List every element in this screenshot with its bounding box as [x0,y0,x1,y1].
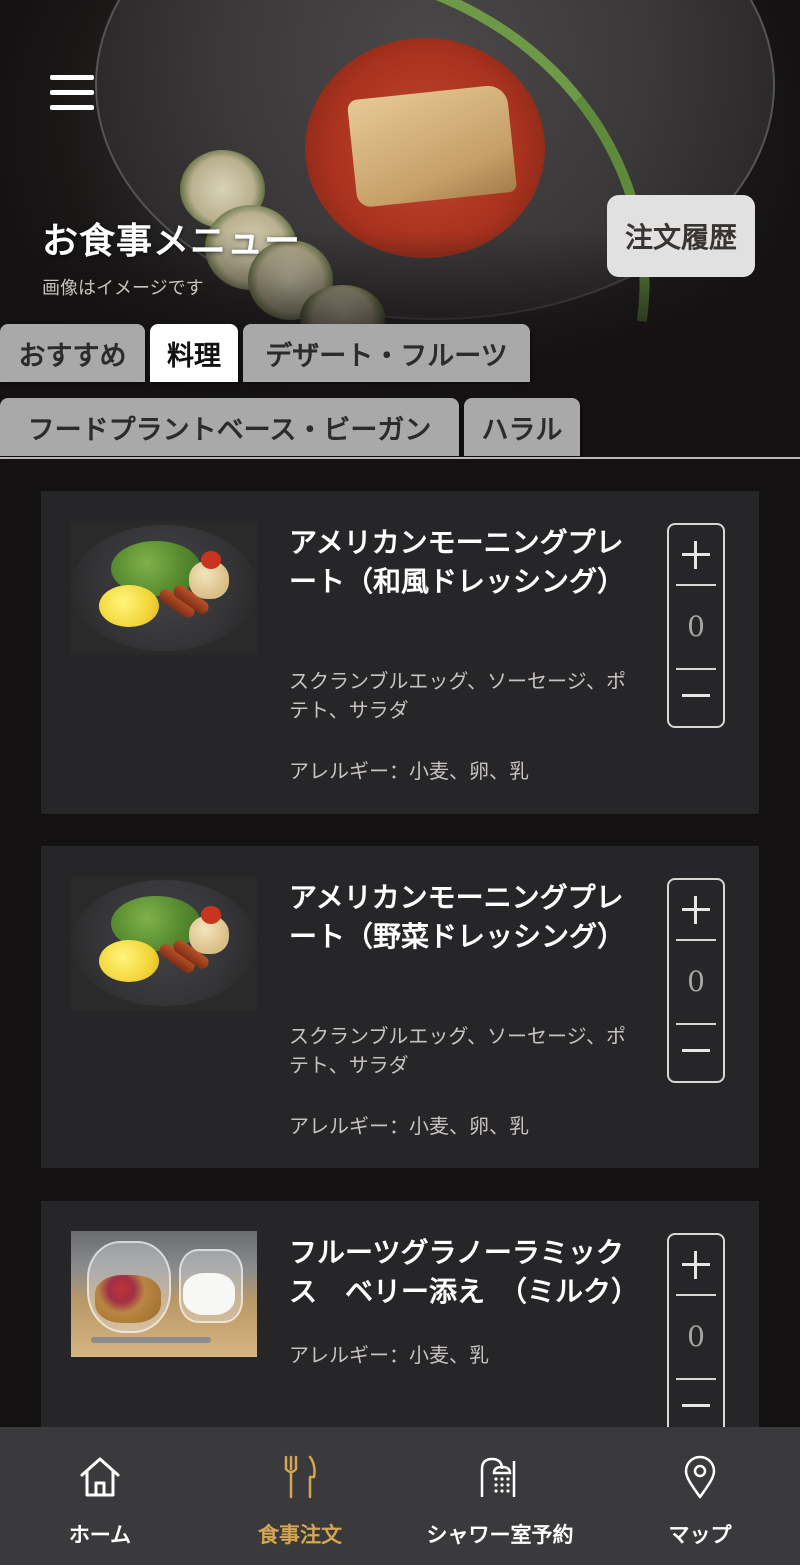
tab-recommended[interactable]: おすすめ [0,324,145,382]
quantity-stepper: 0 [667,878,725,1083]
map-pin-icon [684,1455,716,1499]
tab-dishes[interactable]: 料理 [150,324,238,382]
quantity-value: 0 [687,1319,705,1353]
menu-item-image[interactable] [71,521,257,655]
menu-item-image[interactable] [71,876,257,1010]
increment-button[interactable] [669,1235,723,1295]
tab-dessert-fruit[interactable]: デザート・フルーツ [243,324,530,382]
plus-icon [682,541,710,569]
increment-button[interactable] [669,880,723,940]
tab-halal[interactable]: ハラル [464,398,580,456]
order-history-button[interactable]: 注文履歴 [607,195,755,277]
menu-item-allergy: アレルギー：小麦、卵、乳 [289,759,529,783]
nav-meal-order-label: 食事注文 [258,1522,342,1547]
menu-item-description: スクランブルエッグ、ソーセージ、ポテト、サラダ [289,669,626,722]
hero-fish-image [346,83,518,209]
menu-item-name: アメリカンモーニングプレート（野菜ドレッシング） [289,881,626,953]
nav-shower-reservation-label: シャワー室予約 [426,1522,574,1547]
nav-home[interactable]: ホーム [0,1427,200,1565]
menu-item-description: スクランブルエッグ、ソーセージ、ポテト、サラダ [289,1024,626,1077]
shower-icon [480,1457,516,1497]
home-icon [80,1457,120,1497]
minus-icon [682,1037,710,1065]
quantity-stepper: 0 [667,1233,725,1438]
menu-item-allergy: アレルギー：小麦、乳 [289,1343,489,1367]
decrement-button[interactable] [669,666,723,726]
plus-icon [682,896,710,924]
menu-item-name: アメリカンモーニングプレート（和風ドレッシング） [289,526,626,598]
nav-map[interactable]: マップ [600,1427,800,1565]
nav-meal-order[interactable]: 食事注文 [200,1427,400,1565]
increment-button[interactable] [669,525,723,585]
nav-map-label: マップ [668,1522,732,1547]
nav-home-label: ホーム [68,1522,132,1547]
plus-icon [682,1251,710,1279]
minus-icon [682,1392,710,1420]
hamburger-menu-icon[interactable] [50,75,95,111]
tabs-divider [0,457,800,459]
menu-item-name: フルーツグラノーラミックス ベリー添え （ミルク） [289,1236,640,1308]
bottom-navigation: ホーム 食事注文 シャワー室予約 マップ [0,1427,800,1565]
quantity-stepper: 0 [667,523,725,728]
page-title: お食事メニュー [42,220,302,262]
quantity-value: 0 [687,964,705,998]
fork-knife-icon [284,1455,316,1499]
menu-item-card: アメリカンモーニングプレート（和風ドレッシング） スクランブルエッグ、ソーセージ… [41,491,759,814]
image-note: 画像はイメージです [42,278,204,299]
minus-icon [682,682,710,710]
nav-shower-reservation[interactable]: シャワー室予約 [400,1427,600,1565]
quantity-value: 0 [687,609,705,643]
decrement-button[interactable] [669,1021,723,1081]
menu-item-image[interactable] [71,1231,257,1357]
menu-item-allergy: アレルギー：小麦、卵、乳 [289,1114,529,1138]
tab-plant-based-vegan[interactable]: フードプラントベース・ビーガン [0,398,459,456]
menu-item-card: アメリカンモーニングプレート（野菜ドレッシング） スクランブルエッグ、ソーセージ… [41,846,759,1168]
